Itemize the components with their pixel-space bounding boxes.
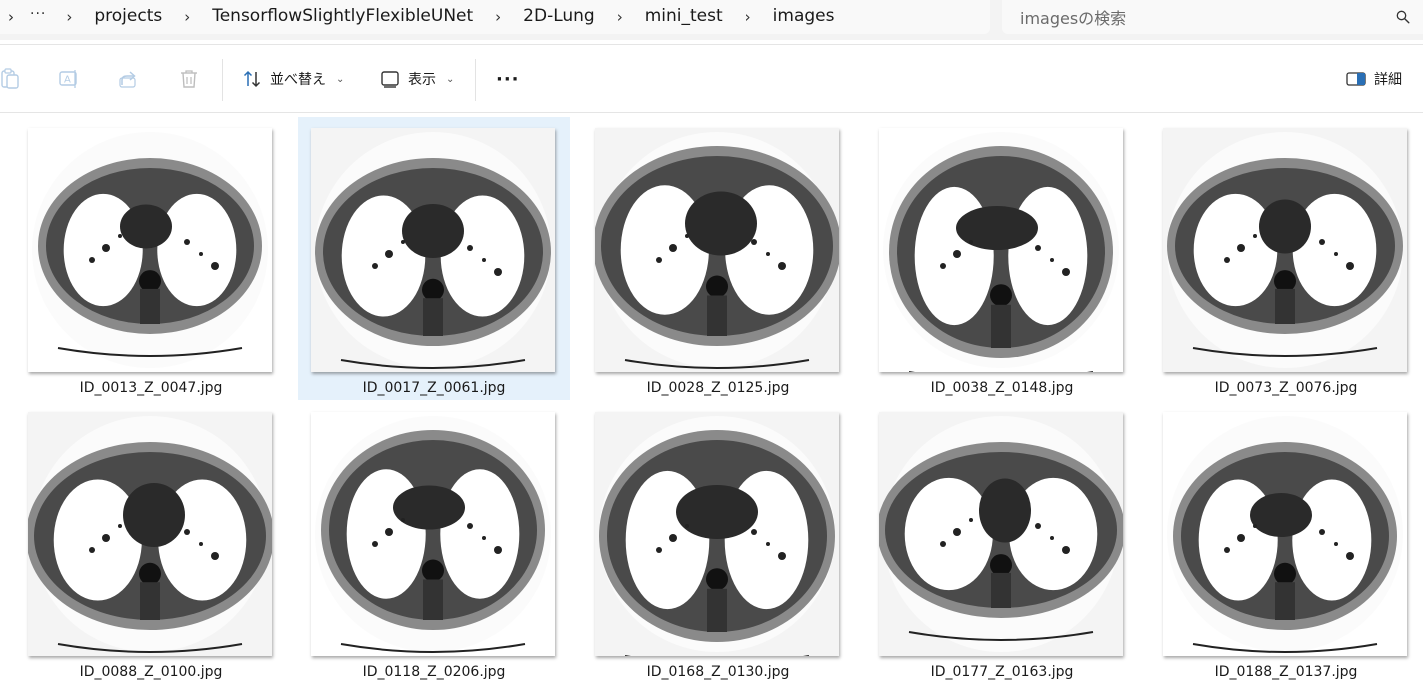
file-name: ID_0028_Z_0125.jpg [646,380,790,396]
search-input[interactable]: imagesの検索 [1002,5,1383,29]
breadcrumb-separator-icon[interactable]: › [603,8,637,26]
command-bar: A 並べ替え ⌄ 表示 ⌄ ··· 詳細 [0,44,1423,113]
address-bar[interactable]: › ··· › projects › TensorflowSlightlyFle… [0,0,990,34]
file-tile[interactable]: ID_0088_Z_0100.jpg [15,401,287,684]
details-button[interactable]: 詳細 [1346,67,1402,91]
details-label: 詳細 [1374,72,1402,88]
image-thumbnail [28,128,272,372]
breadcrumb-separator-icon[interactable]: › [731,8,765,26]
breadcrumb-tensorflow[interactable]: TensorflowSlightlyFlexibleUNet [204,6,481,28]
share-icon[interactable] [118,67,140,91]
delete-icon[interactable] [178,67,200,91]
expand-chevron-icon[interactable]: › [0,8,22,26]
breadcrumb-separator-icon[interactable]: › [170,8,204,26]
file-name: ID_0177_Z_0163.jpg [930,664,1074,680]
file-name: ID_0118_Z_0206.jpg [362,664,506,680]
chevron-down-icon: ⌄ [446,73,455,85]
file-tile[interactable]: ID_0028_Z_0125.jpg [582,117,854,400]
toolbar-divider [222,59,223,101]
image-thumbnail [879,128,1123,372]
file-name: ID_0038_Z_0148.jpg [930,380,1074,396]
paste-icon[interactable] [0,67,20,91]
see-more-button[interactable]: ··· [496,67,520,91]
file-tile[interactable]: ID_0017_Z_0061.jpg [298,117,570,400]
image-thumbnail [879,412,1123,656]
image-thumbnail [1163,128,1407,372]
file-name: ID_0013_Z_0047.jpg [79,380,223,396]
breadcrumb-overflow-button[interactable]: ··· [22,6,52,28]
file-tile[interactable]: ID_0118_Z_0206.jpg [298,401,570,684]
file-name: ID_0188_Z_0137.jpg [1214,664,1358,680]
image-thumbnail [1163,412,1407,656]
breadcrumb-mini-test[interactable]: mini_test [637,6,731,28]
file-name: ID_0073_Z_0076.jpg [1214,380,1358,396]
image-thumbnail [311,128,555,372]
breadcrumb-images[interactable]: images [765,6,843,28]
file-tile[interactable]: ID_0177_Z_0163.jpg [866,401,1138,684]
breadcrumb-separator-icon[interactable]: › [52,8,86,26]
file-name: ID_0017_Z_0061.jpg [362,380,506,396]
file-tile[interactable]: ID_0188_Z_0137.jpg [1150,401,1422,684]
breadcrumb-2d-lung[interactable]: 2D-Lung [515,6,603,28]
sort-button[interactable]: 並べ替え ⌄ [242,67,344,91]
search-icon[interactable] [1383,10,1423,24]
view-icon [381,71,399,88]
file-grid: ID_0013_Z_0047.jpg ID_0017_Z_0061.jpg ID… [0,116,1423,696]
sort-icon [243,70,261,88]
rename-icon[interactable]: A [58,67,80,91]
file-name: ID_0088_Z_0100.jpg [79,664,223,680]
search-box[interactable]: imagesの検索 [1002,0,1423,34]
chevron-down-icon: ⌄ [336,73,345,85]
toolbar-divider [475,59,476,101]
view-label: 表示 [408,72,436,88]
details-pane-icon [1346,72,1366,86]
address-row: › ··· › projects › TensorflowSlightlyFle… [0,0,1423,40]
more-options-icon: ··· [496,68,520,90]
svg-text:A: A [64,75,71,86]
file-name: ID_0168_Z_0130.jpg [646,664,790,680]
breadcrumb-separator-icon[interactable]: › [481,8,515,26]
file-tile[interactable]: ID_0013_Z_0047.jpg [15,117,287,400]
file-tile[interactable]: ID_0168_Z_0130.jpg [582,401,854,684]
file-tile[interactable]: ID_0073_Z_0076.jpg [1150,117,1422,400]
view-button[interactable]: 表示 ⌄ [380,67,454,91]
image-thumbnail [595,128,839,372]
sort-label: 並べ替え [270,72,326,88]
image-thumbnail [28,412,272,656]
file-tile[interactable]: ID_0038_Z_0148.jpg [866,117,1138,400]
breadcrumb-projects[interactable]: projects [86,6,170,28]
image-thumbnail [595,412,839,656]
image-thumbnail [311,412,555,656]
